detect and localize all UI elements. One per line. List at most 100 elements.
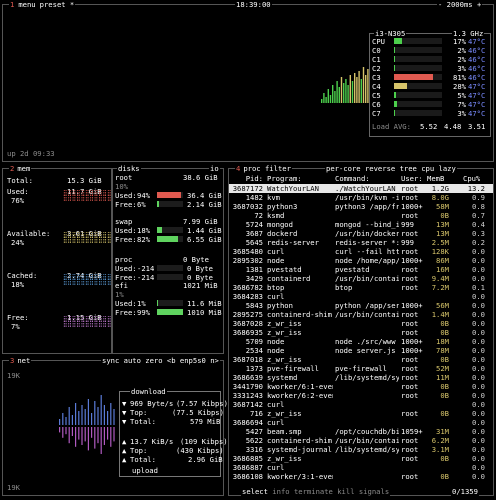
terminate-button[interactable]: terminate [294, 487, 333, 496]
cpu-graph-col [365, 75, 367, 103]
proc-cpu: 0.0 [472, 391, 485, 400]
proc-row[interactable]: 3331243 kworker/6:2-even root 0B 0.0 [229, 391, 493, 400]
clock: 18:39:00 [235, 0, 272, 9]
cpu-tag[interactable]: 1 [10, 0, 14, 9]
select-button[interactable]: select [242, 487, 268, 496]
net-next-iface[interactable]: n> [210, 356, 219, 365]
signals-button[interactable]: signals [359, 487, 389, 496]
proc-row[interactable]: 2534 node node server.js 1000+ 78M 0.0 [229, 346, 493, 355]
proc-user: root [401, 247, 419, 256]
net-tag[interactable]: 3 [10, 356, 14, 365]
proc-row[interactable]: 2895275 containerd-shim/usr/bin/container… [229, 310, 493, 319]
net-upload-col [91, 427, 93, 438]
kill-button[interactable]: kill [337, 487, 354, 496]
cpu-graph-col [356, 77, 358, 103]
disks-io-toggle[interactable]: io [209, 164, 220, 173]
proc-cmd: node /home/app/ser [335, 256, 399, 265]
proc-row[interactable]: 2895302 node node /home/app/ser1000+ 86M 0.0 [229, 256, 493, 265]
info-button[interactable]: info [272, 487, 289, 496]
proc-row[interactable]: 716 z_wr_iss root 0B 0.0 [229, 409, 493, 418]
refresh-minus-button[interactable]: - [438, 0, 442, 9]
proc-user: root [401, 283, 419, 292]
proc-row[interactable]: 3686108 kworker/3:1-even root 0B 0.0 [229, 472, 493, 481]
proc-filter[interactable]: filter [265, 164, 291, 173]
proc-row[interactable]: 1482 kvm/usr/bin/kvm -id 1root 8.0G 0.9 [229, 193, 493, 202]
proc-row[interactable]: 3687018 z_wr_iss root 0B 0.0 [229, 355, 493, 364]
mem-item-graph: ⣿⣿⣿⣿⣿⣿⣿⣿⣿⣿⣿ ⣿⣿⣿⣿⣿⣿⣿⣿⣿⣿⣿ [63, 274, 112, 286]
proc-mem: 128K [431, 247, 449, 256]
proc-cmd: /lib/systemd/syste [335, 373, 399, 382]
mem-tag[interactable]: 2 [10, 164, 14, 173]
proc-row[interactable]: 1373 pve-firewall pve-firewall root 52M 0.0 [229, 364, 493, 373]
col-mem[interactable]: MemB [427, 174, 444, 183]
col-pid[interactable]: Pid: [231, 174, 263, 183]
proc-row[interactable]: 3686694 curl 0.0 [229, 418, 493, 427]
proc-row[interactable]: 5427 beam.smp/opt/couchdb/bin/.1059+ 31M 0.… [229, 427, 493, 436]
proc-prog: systemd-journal [267, 445, 332, 454]
proc-row[interactable]: 3685480 curl curl --fail http://root 128K 0.… [229, 247, 493, 256]
proc-row[interactable]: 3687142 curl 0.0 [229, 400, 493, 409]
proc-row[interactable]: 3686782 btop btop root 7.2M 0.1 [229, 283, 493, 292]
col-command[interactable]: Command: [335, 174, 370, 183]
preset-button[interactable]: preset * [40, 0, 75, 9]
proc-row[interactable]: 5645 redis-server redis-server *:637999 2.5… [229, 238, 493, 247]
cpu-core-bar-fill [394, 110, 396, 116]
proc-user: root [401, 184, 419, 193]
proc-row[interactable]: 5622 containerd-shim/usr/bin/containerroo… [229, 436, 493, 445]
proc-row[interactable]: 3686935 z_wr_iss root 0B 0.0 [229, 328, 493, 337]
menu-button[interactable]: menu [18, 0, 35, 9]
proc-pid: 3441790 [232, 382, 263, 391]
proc-row[interactable]: 72 ksmd root 0B 0.7 [229, 211, 493, 220]
proc-user: root [401, 310, 419, 319]
proc-table-header: Pid: Program: Command: User: MemB Cpu% [229, 174, 493, 183]
proc-cpu: 0.0 [472, 472, 485, 481]
disk-free-value: 2.14 GiB [187, 200, 222, 209]
proc-prog: containerd-shim [267, 310, 332, 319]
proc-row[interactable]: 3684283 curl 0.0 [229, 292, 493, 301]
proc-cpu: 0.0 [472, 355, 485, 364]
proc-row[interactable]: 5724 mongod mongod --bind_ip_a999 13M 0.4 [229, 220, 493, 229]
net-download-col [103, 405, 105, 425]
proc-row[interactable]: 3687 dockerd/usr/bin/dockerd -root 13M 0.3 [229, 229, 493, 238]
col-user[interactable]: User: [401, 174, 423, 183]
disk-name: swap [115, 217, 133, 226]
refresh-plus-button[interactable]: + [477, 0, 481, 9]
proc-tag[interactable]: 4 [236, 164, 240, 173]
col-program[interactable]: Program: [267, 174, 302, 183]
proc-row[interactable]: 3686639 systemd/lib/systemd/systeroot 11M 0… [229, 373, 493, 382]
net-zero-toggle[interactable]: zero [145, 356, 162, 365]
proc-row[interactable]: 3687172 WatchYourLAN ./WatchYourLAN root 1.2… [229, 184, 493, 193]
proc-mem: 16M [436, 265, 449, 274]
proc-row[interactable]: 3687032 python3 python3 /app/front1000+ 58M… [229, 202, 493, 211]
proc-row[interactable]: 3429 containerd/usr/bin/containerroot 9.4M… [229, 274, 493, 283]
proc-cpu: 0.0 [472, 328, 485, 337]
proc-row[interactable]: 3686885 z_wr_iss root 0B 0.0 [229, 454, 493, 463]
load-avg-5: 4.48 [444, 122, 462, 131]
per-core-toggle[interactable]: per-core [326, 164, 361, 173]
cpu-graph-col [354, 73, 356, 103]
reverse-toggle[interactable]: reverse [365, 164, 395, 173]
proc-row[interactable]: 1381 pvestatd pvestatd root 16M 0.0 [229, 265, 493, 274]
mem-item-label: Used: [7, 187, 29, 196]
mem-item-label: Cached: [7, 271, 38, 280]
proc-pid: 5843 [245, 301, 263, 310]
proc-row[interactable]: 3441790 kworker/6:1-even root 0B 0.0 [229, 382, 493, 391]
proc-prog: z_wr_iss [267, 454, 302, 463]
proc-row[interactable]: 3687028 z_wr_iss root 0B 0.0 [229, 319, 493, 328]
proc-row[interactable]: 3686887 curl 0.0 [229, 463, 493, 472]
proc-box: 4 proc filter per-core reverse tree cpu l… [228, 164, 494, 496]
col-cpu[interactable]: Cpu% [463, 174, 480, 183]
net-auto-toggle[interactable]: auto [124, 356, 141, 365]
net-prev-iface[interactable]: <b [167, 356, 176, 365]
proc-cmd: node ./src/www [335, 337, 396, 346]
tree-toggle[interactable]: tree [400, 164, 417, 173]
sort-selector[interactable]: cpu lazy [421, 164, 456, 173]
proc-row[interactable]: 5843 python python /app/server1000+ 56M 0.0 [229, 301, 493, 310]
proc-row[interactable]: 3316 systemd-journal/lib/systemd/systeroo… [229, 445, 493, 454]
proc-row[interactable]: 5709 node node ./src/www 1000+ 18M 0.0 [229, 337, 493, 346]
net-sync-toggle[interactable]: sync [102, 356, 119, 365]
refresh-interval[interactable]: 2000ms [447, 0, 473, 9]
proc-cpu: 0.0 [472, 445, 485, 454]
cpu-core-bar-track [394, 47, 442, 53]
proc-user: root [401, 193, 419, 202]
